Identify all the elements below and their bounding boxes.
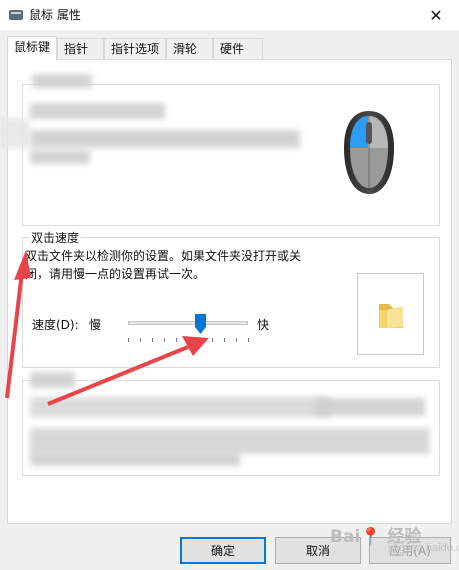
slider-tick (188, 338, 189, 342)
blurred-legend (32, 74, 92, 88)
close-icon: ✕ (429, 5, 443, 25)
blurred-text (30, 428, 430, 454)
blurred-text (0, 118, 30, 148)
blurred-button (315, 398, 425, 416)
fast-label: 快 (257, 318, 270, 332)
double-click-legend: 双击速度 (29, 229, 82, 246)
speed-slider-thumb[interactable] (194, 314, 206, 334)
mouse-icon (344, 111, 394, 194)
blurred-text (30, 103, 165, 119)
tab-pointers[interactable]: 指针 (57, 38, 104, 60)
slider-tick (152, 338, 153, 342)
tab-pointer-options[interactable]: 指针选项 (104, 38, 166, 60)
tab-wheel[interactable]: 滑轮 (166, 38, 213, 60)
blurred-legend (30, 372, 75, 388)
blurred-text (30, 452, 240, 466)
blurred-text (30, 150, 90, 164)
blurred-text (30, 397, 330, 417)
folder-icon[interactable] (375, 298, 407, 332)
window-title: 鼠标 属性 (29, 8, 81, 22)
app-icon (9, 10, 23, 20)
blurred-text (30, 130, 300, 148)
tab-hardware[interactable]: 硬件 (213, 38, 263, 60)
slider-tick (128, 338, 129, 342)
slider-tick (176, 338, 177, 342)
slider-tick (164, 338, 165, 342)
close-button[interactable]: ✕ (413, 0, 459, 30)
slow-label: 慢 (89, 318, 102, 332)
slider-tick (224, 338, 225, 342)
speed-label: 速度(D): (32, 318, 79, 332)
slider-tick (200, 338, 201, 342)
tab-mouse-buttons[interactable]: 鼠标键 (7, 36, 57, 61)
title-bar: 鼠标 属性 ✕ (0, 0, 459, 30)
slider-tick (236, 338, 237, 342)
slider-tick (212, 338, 213, 342)
ok-button[interactable]: 确定 (180, 537, 266, 564)
speed-slider-track[interactable] (128, 321, 248, 325)
watermark-url: jingyan.baidu.com (388, 542, 459, 554)
slider-tick (140, 338, 141, 342)
test-folder-area[interactable] (357, 273, 424, 355)
double-click-description: 双击文件夹以检测你的设置。如果文件夹没打开或关闭，请用慢一点的设置再试一次。 (25, 249, 302, 281)
slider-tick (248, 338, 249, 342)
